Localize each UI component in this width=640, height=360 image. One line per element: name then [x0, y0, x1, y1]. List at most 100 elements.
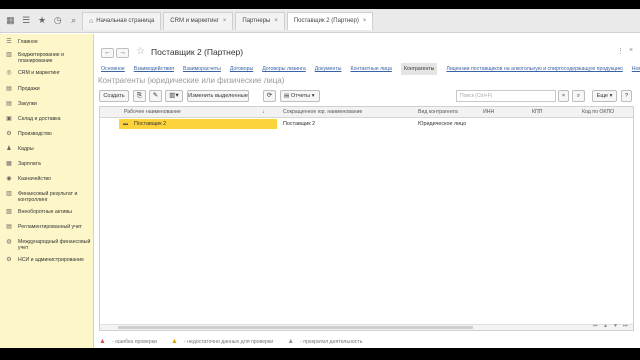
- more-menu-icon[interactable]: ⋮: [617, 47, 624, 55]
- sidebar-item-treasury[interactable]: ◉ Казначейство: [0, 175, 93, 190]
- forward-button[interactable]: →: [116, 48, 129, 58]
- error-triangle-icon: ▲: [99, 338, 106, 345]
- section-subtitle: Контрагенты (юридические или физические …: [98, 76, 285, 85]
- home-icon: ⌂: [89, 17, 94, 25]
- next-page-icon[interactable]: ▼: [613, 323, 618, 329]
- more-button[interactable]: Еще ▾: [592, 90, 617, 102]
- tab-label: Партнеры: [242, 18, 271, 24]
- hamburger-icon: ☰: [6, 39, 12, 45]
- legend-label: - недостаточно данных для проверки: [183, 338, 274, 345]
- column-header-short-legal-name[interactable]: Сокращенное юр. наименование: [283, 107, 362, 118]
- column-header-inn[interactable]: ИНН: [483, 107, 494, 118]
- refresh-icon: ⟳: [266, 92, 273, 99]
- close-icon: ×: [561, 93, 566, 99]
- sidebar-item-hr[interactable]: ♟ Кадры: [0, 145, 93, 160]
- tab-partners[interactable]: Партнеры ×: [235, 11, 285, 30]
- link-contact-persons[interactable]: Контактные лица: [350, 63, 391, 75]
- back-button[interactable]: ←: [101, 48, 114, 58]
- row-item-icon: ▬: [123, 121, 128, 127]
- reports-button[interactable]: ▤ Отчеты ▾: [280, 90, 320, 102]
- column-header-counterparty-type[interactable]: Вид контрагента: [418, 107, 458, 118]
- tab-home[interactable]: ⌂ Начальная страница: [82, 11, 162, 30]
- link-contracts[interactable]: Договоры: [230, 63, 253, 75]
- close-tab-icon[interactable]: ×: [274, 18, 278, 24]
- sidebar-item-financial-result[interactable]: ▥ Финансовый результат и контроллинг: [0, 190, 93, 208]
- prev-page-icon[interactable]: ▲: [603, 323, 608, 329]
- favorite-star-icon[interactable]: ☆: [136, 46, 145, 57]
- box-icon: ▣: [6, 116, 12, 122]
- search-icon[interactable]: ⌕: [67, 14, 80, 27]
- gear-icon: ⚙: [6, 257, 12, 263]
- table-row[interactable]: ▬ Поставщик 2 Поставщик 2 Юридическое ли…: [100, 119, 633, 129]
- favorites-star-icon[interactable]: ★: [36, 14, 49, 27]
- link-leasing-contracts[interactable]: Договоры лизинга: [262, 63, 306, 75]
- link-documents[interactable]: Документы: [315, 63, 342, 75]
- sidebar-item-sales[interactable]: ▤ Продажи: [0, 85, 93, 100]
- status-legend: ▲ - ошибка проверки ▲ - недостаточно дан…: [95, 335, 640, 348]
- column-header-working-name[interactable]: Рабочее наименование: [124, 107, 181, 118]
- people-icon: ♟: [6, 146, 12, 152]
- copy-button[interactable]: ⎘: [133, 90, 146, 102]
- counterparties-table[interactable]: Рабочее наименование ↓ Сокращенное юр. н…: [99, 106, 634, 331]
- cell-counterparty-type: Юридическое лицо: [418, 121, 467, 127]
- salary-icon: ▦: [6, 161, 12, 167]
- top-tab-bar: ▦ ☰ ★ ◷ ⌕ ⌂ Начальная страница CRM и мар…: [0, 9, 640, 33]
- link-main[interactable]: Основное: [101, 63, 125, 75]
- horizontal-scrollbar[interactable]: ⏮ ▲ ▼ ⏭: [100, 323, 633, 330]
- factory-icon: ⚙: [6, 131, 12, 137]
- sort-arrow-icon[interactable]: ↓: [262, 107, 265, 118]
- search-button[interactable]: ⌕: [572, 90, 585, 102]
- sidebar-item-crm[interactable]: ◎ CRM и маркетинг: [0, 69, 93, 85]
- edit-selected-button[interactable]: Изменить выделенные: [187, 90, 249, 102]
- sidebar-item-ifrs[interactable]: ◍ Международный финансовый учет: [0, 238, 93, 256]
- sidebar-item-regulated-accounting[interactable]: ▤ Регламентированный учет: [0, 223, 93, 238]
- asset-icon: ▧: [6, 209, 12, 215]
- column-header-okpo[interactable]: Код по ОКПО: [582, 107, 614, 118]
- link-interactions[interactable]: Взаимодействия: [134, 63, 174, 75]
- main-menu-icon[interactable]: ☰: [20, 14, 33, 27]
- create-button[interactable]: Создать: [99, 90, 129, 102]
- top-toolbar-icons: ▦ ☰ ★ ◷ ⌕: [0, 14, 80, 27]
- legend-label: - ошибка проверки: [111, 338, 157, 345]
- link-nomenclature[interactable]: Номенклатура: [632, 63, 640, 75]
- close-tab-icon[interactable]: ×: [363, 18, 367, 24]
- sidebar-item-purchases[interactable]: ▤ Закупки: [0, 100, 93, 115]
- chevron-down-icon: ▾: [311, 93, 315, 99]
- scrollbar-thumb[interactable]: [118, 326, 473, 329]
- history-clock-icon[interactable]: ◷: [51, 14, 64, 27]
- tab-crm[interactable]: CRM и маркетинг ×: [163, 11, 234, 30]
- form-navigation-links: Основное Взаимодействия Взаиморасчеты До…: [101, 63, 640, 75]
- legend-stopped: ▲ - прекратил деятельность: [287, 338, 362, 345]
- refresh-button[interactable]: ⟳: [263, 90, 276, 102]
- sidebar-item-warehouse[interactable]: ▣ Склад и доставка: [0, 115, 93, 130]
- edit-button[interactable]: ✎: [149, 90, 162, 102]
- legend-warning: ▲ - недостаточно данных для проверки: [171, 338, 273, 345]
- search-input[interactable]: Поиск (Ctrl+F): [456, 90, 556, 102]
- sidebar-item-salary[interactable]: ▦ Зарплата: [0, 160, 93, 175]
- more-label: Еще: [596, 93, 608, 99]
- apps-grid-icon[interactable]: ▦: [4, 14, 17, 27]
- sidebar-item-nsi-admin[interactable]: ⚙ НСИ и администрирование: [0, 256, 93, 271]
- close-tab-icon[interactable]: ×: [223, 18, 227, 24]
- link-counterparties[interactable]: Контрагенты: [400, 63, 438, 75]
- help-button[interactable]: ?: [621, 90, 632, 102]
- table-header: Рабочее наименование ↓ Сокращенное юр. н…: [100, 107, 633, 118]
- crm-icon: ◎: [6, 70, 12, 76]
- mark-delete-button[interactable]: ▥▾: [165, 90, 183, 102]
- link-alcohol-licenses[interactable]: Лицензии поставщиков на алкогольную и сп…: [446, 63, 622, 75]
- sidebar-item-production[interactable]: ⚙ Производство: [0, 130, 93, 145]
- legend-label: - прекратил деятельность: [300, 338, 363, 345]
- column-header-kpp[interactable]: КПП: [532, 107, 542, 118]
- last-page-icon[interactable]: ⏭: [623, 323, 628, 329]
- sidebar-item-fixed-assets[interactable]: ▧ Внеоборотные активы: [0, 208, 93, 223]
- sidebar-item-budgeting[interactable]: ▥ Бюджетирование и планирование: [0, 51, 93, 69]
- close-icon[interactable]: ×: [629, 47, 633, 54]
- delete-icon: ▥▾: [169, 92, 179, 99]
- search-icon: ⌕: [576, 93, 581, 99]
- first-page-icon[interactable]: ⏮: [593, 323, 598, 329]
- tab-supplier-2[interactable]: Поставщик 2 (Партнер) ×: [286, 11, 374, 30]
- sidebar-item-main[interactable]: ☰ Главное: [0, 38, 93, 51]
- link-settlements[interactable]: Взаиморасчеты: [183, 63, 221, 75]
- cell-short-legal-name: Поставщик 2: [283, 121, 316, 127]
- clear-search-button[interactable]: ×: [558, 90, 569, 102]
